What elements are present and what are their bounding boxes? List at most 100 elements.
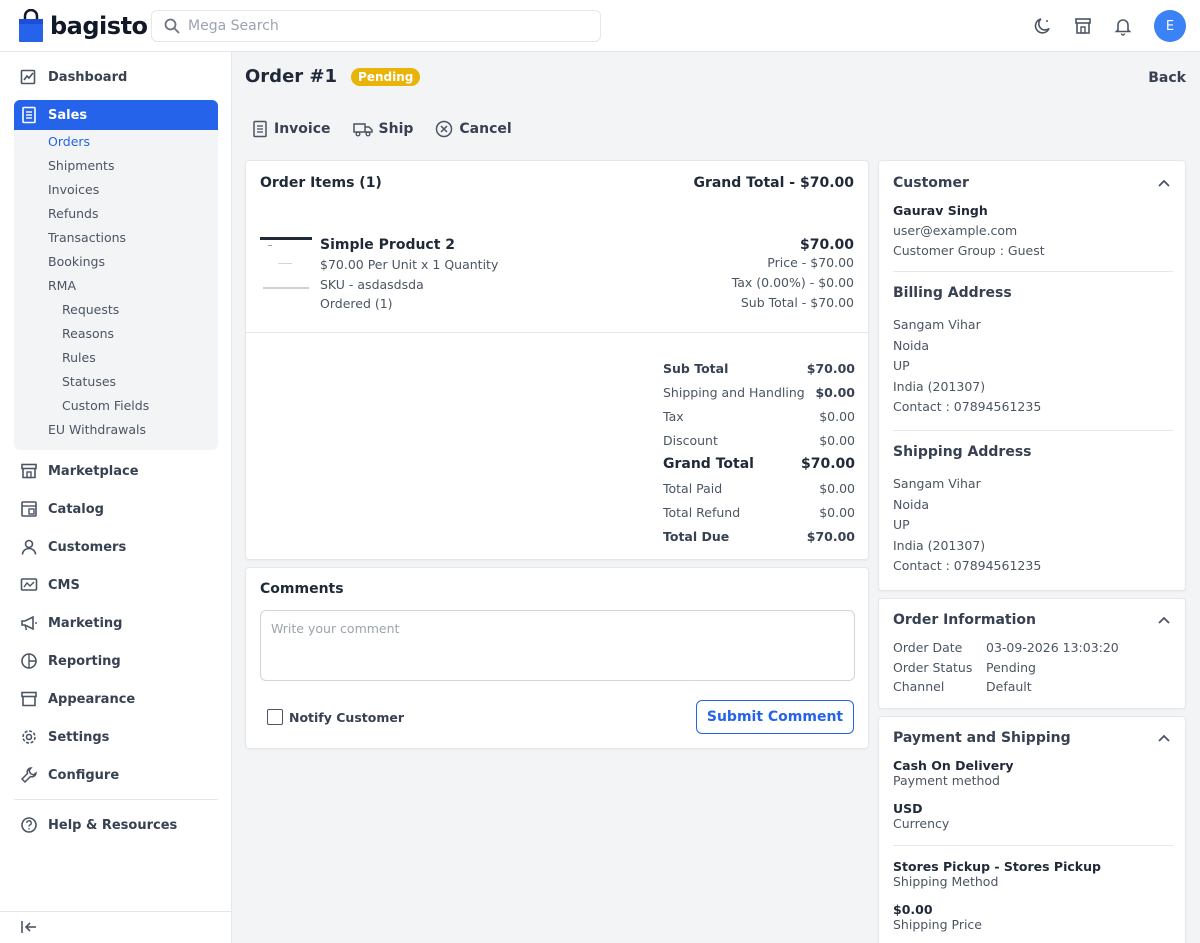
wrench-icon: [20, 767, 37, 784]
sales-submenu: Orders Shipments Invoices Refunds Transa…: [14, 130, 218, 450]
submenu-rma-statuses[interactable]: Statuses: [62, 374, 116, 389]
shipping-price-value: $0.00: [893, 902, 933, 917]
back-button[interactable]: Back: [1148, 70, 1186, 86]
billing-address-title: Billing Address: [893, 285, 1012, 301]
discount-value: $0.00: [819, 433, 855, 448]
notify-customer[interactable]: Notify Customer: [267, 709, 404, 725]
sidebar-item-reporting[interactable]: Reporting: [14, 646, 218, 676]
submenu-rma-rules[interactable]: Rules: [62, 350, 96, 365]
comment-textarea[interactable]: [260, 610, 855, 681]
product-image[interactable]: [260, 237, 312, 291]
order-items-title: Order Items (1): [260, 175, 382, 191]
submenu-rma-reasons[interactable]: Reasons: [62, 326, 114, 341]
invoice-icon: [253, 120, 267, 138]
sidebar-item-configure[interactable]: Configure: [14, 760, 218, 790]
user-avatar[interactable]: E: [1154, 10, 1186, 42]
shipping-line-2: Noida: [893, 497, 930, 512]
submenu-invoices[interactable]: Invoices: [48, 182, 99, 197]
shipping-address-title: Shipping Address: [893, 444, 1032, 460]
channel-label: Channel: [893, 679, 945, 694]
chevron-up-icon[interactable]: [1157, 615, 1171, 625]
sidebar-item-marketing[interactable]: Marketing: [14, 608, 218, 638]
submit-comment-button[interactable]: Submit Comment: [696, 700, 854, 734]
customer-divider: [893, 271, 1173, 272]
sidebar-label-catalog: Catalog: [48, 501, 104, 517]
shipping-method-label: Shipping Method: [893, 874, 999, 889]
submenu-rma[interactable]: RMA: [48, 278, 76, 293]
sidebar-bottom-divider: [0, 911, 232, 912]
shipping-value: $0.00: [815, 385, 855, 400]
grand-total-value: $70.00: [800, 456, 855, 472]
totals-due: Total Due $70.00: [663, 529, 855, 544]
sidebar: Dashboard Sales Orders Shipments Invoice…: [0, 52, 232, 943]
notification-bell-icon[interactable]: [1112, 15, 1134, 37]
payment-divider: [893, 845, 1173, 846]
totals-shipping: Shipping and Handling $0.00: [663, 385, 855, 400]
help-icon: [21, 817, 37, 833]
order-status-value: Pending: [986, 660, 1036, 675]
submenu-eu-withdrawals[interactable]: EU Withdrawals: [48, 422, 146, 437]
notify-customer-checkbox[interactable]: [267, 709, 283, 725]
sidebar-item-customers[interactable]: Customers: [14, 532, 218, 562]
sidebar-label-appearance: Appearance: [48, 691, 136, 707]
sidebar-item-appearance[interactable]: Appearance: [14, 684, 218, 714]
order-information-title: Order Information: [893, 612, 1037, 628]
submenu-rma-custom-fields[interactable]: Custom Fields: [62, 398, 149, 413]
dark-mode-icon[interactable]: [1032, 15, 1054, 37]
sidebar-item-catalog[interactable]: Catalog: [14, 494, 218, 524]
shipping-line-4: India (201307): [893, 538, 986, 553]
total-paid-label: Total Paid: [663, 481, 723, 496]
submenu-shipments[interactable]: Shipments: [48, 158, 114, 173]
sidebar-label-marketing: Marketing: [48, 615, 123, 631]
sidebar-item-settings[interactable]: Settings: [14, 722, 218, 752]
total-refund-value: $0.00: [819, 505, 855, 520]
storefront-icon[interactable]: [1072, 15, 1094, 37]
billing-line-2: Noida: [893, 338, 930, 353]
chevron-up-icon[interactable]: [1157, 733, 1171, 743]
submenu-bookings[interactable]: Bookings: [48, 254, 105, 269]
ship-button[interactable]: Ship: [352, 120, 413, 138]
catalog-icon: [21, 501, 37, 517]
sidebar-label-settings: Settings: [48, 729, 110, 745]
sub-total-label: Sub Total: [663, 361, 729, 376]
cancel-button[interactable]: Cancel: [435, 120, 512, 138]
submenu-rma-requests[interactable]: Requests: [62, 302, 119, 317]
billing-line-3: UP: [893, 358, 910, 373]
truck-icon: [352, 123, 373, 137]
total-paid-value: $0.00: [819, 481, 855, 496]
bagisto-logo[interactable]: bagisto: [18, 9, 148, 43]
submenu-orders[interactable]: Orders: [48, 134, 90, 149]
dashboard-icon: [20, 69, 36, 85]
comments-card: Comments Notify Customer Submit Comment: [245, 567, 869, 749]
product-tax: Tax (0.00%) - $0.00: [731, 275, 854, 290]
tax-value: $0.00: [819, 409, 855, 424]
sidebar-item-sales[interactable]: Sales: [14, 100, 218, 130]
sidebar-label-reporting: Reporting: [48, 653, 121, 669]
invoice-button[interactable]: Invoice: [252, 120, 331, 138]
chevron-up-icon[interactable]: [1157, 178, 1171, 188]
appearance-icon: [21, 691, 37, 707]
shipping-method-value: Stores Pickup - Stores Pickup: [893, 859, 1101, 874]
submenu-refunds[interactable]: Refunds: [48, 206, 99, 221]
totals-refund: Total Refund $0.00: [663, 505, 855, 520]
payment-method-value: Cash On Delivery: [893, 758, 1014, 773]
order-date-label: Order Date: [893, 640, 963, 655]
sidebar-label-customers: Customers: [48, 539, 127, 555]
invoice-label: Invoice: [274, 121, 331, 137]
sidebar-item-marketplace[interactable]: Marketplace: [14, 456, 218, 486]
product-price: Price - $70.00: [767, 255, 854, 270]
product-total: $70.00: [799, 237, 854, 253]
order-grand-total: Grand Total - $70.00: [693, 175, 854, 191]
sidebar-item-cms[interactable]: CMS: [14, 570, 218, 600]
product-name[interactable]: Simple Product 2: [320, 237, 455, 253]
billing-line-1: Sangam Vihar: [893, 317, 981, 332]
submenu-transactions[interactable]: Transactions: [48, 230, 126, 245]
sidebar-item-dashboard[interactable]: Dashboard: [14, 62, 218, 92]
customer-name: Gaurav Singh: [893, 203, 988, 218]
mega-search[interactable]: [151, 10, 601, 42]
top-header: bagisto E: [0, 0, 1200, 52]
search-input[interactable]: [188, 18, 568, 34]
collapse-sidebar-icon[interactable]: [20, 918, 38, 940]
sidebar-item-help[interactable]: Help & Resources: [14, 810, 218, 840]
shipping-price-label: Shipping Price: [893, 917, 982, 932]
